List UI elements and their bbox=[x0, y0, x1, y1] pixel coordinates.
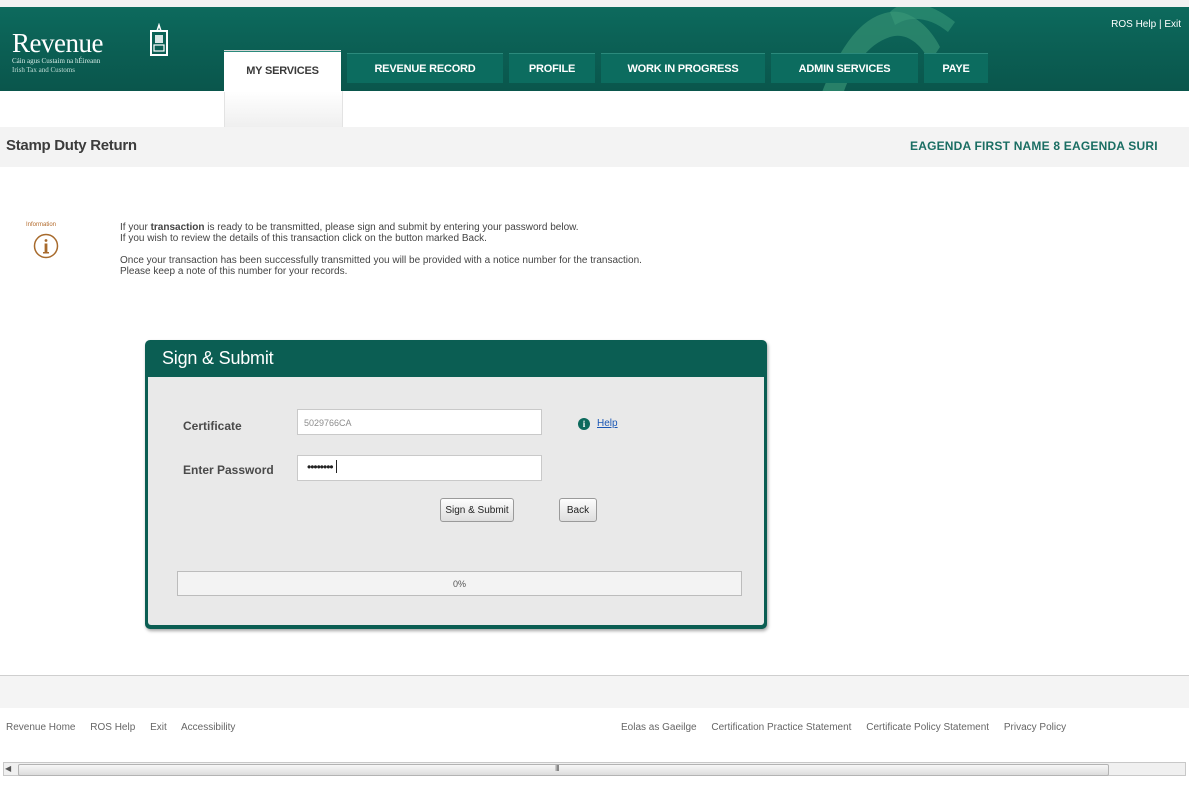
sign-submit-button[interactable]: Sign & Submit bbox=[440, 498, 514, 522]
instruction-line-1-post: is ready to be transmitted, please sign … bbox=[204, 222, 579, 233]
help-link-group: i Help bbox=[578, 413, 618, 431]
certificate-label: Certificate bbox=[183, 419, 242, 433]
tab-revenue-record[interactable]: REVENUE RECORD bbox=[347, 53, 503, 83]
page-title: Stamp Duty Return bbox=[6, 137, 137, 154]
password-label: Enter Password bbox=[183, 463, 274, 477]
password-masked-value: •••••••• bbox=[307, 460, 334, 474]
instructions-text: If your transaction is ready to be trans… bbox=[120, 222, 820, 277]
password-field[interactable]: •••••••• bbox=[297, 455, 542, 481]
instruction-line-3: Once your transaction has been successfu… bbox=[120, 255, 642, 266]
instruction-line-1-bold: transaction bbox=[150, 222, 205, 233]
logo-tagline-irish: Cáin agus Custaim na hÉireann bbox=[12, 57, 101, 65]
footer-link-certificate-policy-statement[interactable]: Certificate Policy Statement bbox=[866, 722, 989, 733]
scroll-left-arrow-icon[interactable]: ◀ bbox=[5, 764, 11, 773]
harp-logo-icon bbox=[150, 23, 168, 56]
footer-link-accessibility[interactable]: Accessibility bbox=[181, 722, 235, 733]
tab-profile[interactable]: PROFILE bbox=[509, 53, 595, 83]
tab-paye[interactable]: PAYE bbox=[924, 53, 988, 83]
back-button[interactable]: Back bbox=[559, 498, 597, 522]
active-tab-underlay bbox=[224, 91, 343, 127]
top-link-exit[interactable]: Exit bbox=[1164, 19, 1181, 30]
progress-percent: 0% bbox=[452, 579, 466, 589]
tab-my-services[interactable]: MY SERVICES bbox=[224, 50, 341, 92]
scrollbar-grip: III bbox=[555, 764, 560, 773]
sign-submit-panel: Sign & Submit Certificate 5029766CA Ente… bbox=[145, 340, 767, 629]
tab-admin-services[interactable]: ADMIN SERVICES bbox=[771, 53, 918, 83]
footer-left-links: Revenue Home ROS Help Exit Accessibility bbox=[6, 722, 247, 733]
help-info-icon: i bbox=[578, 418, 590, 430]
logged-in-user-name: EAGENDA FIRST NAME 8 EAGENDA SURI bbox=[910, 139, 1158, 153]
revenue-logo[interactable]: Revenue Cáin agus Custaim na hÉireann Ir… bbox=[12, 23, 168, 75]
footer-link-eolas-as-gaeilge[interactable]: Eolas as Gaeilge bbox=[621, 722, 697, 733]
logo-tagline-english: Irish Tax and Customs bbox=[12, 66, 75, 74]
sign-submit-heading: Sign & Submit bbox=[162, 348, 274, 368]
footer-link-revenue-home[interactable]: Revenue Home bbox=[6, 722, 75, 733]
scrollbar-thumb[interactable]: III bbox=[18, 764, 1109, 776]
top-link-separator: | bbox=[1158, 19, 1162, 30]
top-link-ros-help[interactable]: ROS Help bbox=[1111, 19, 1156, 30]
instruction-line-1-pre: If your bbox=[120, 222, 151, 233]
certificate-field: 5029766CA bbox=[297, 409, 542, 435]
footer-link-privacy-policy[interactable]: Privacy Policy bbox=[1004, 722, 1066, 733]
text-caret bbox=[335, 460, 337, 473]
sign-submit-body: Certificate 5029766CA Enter Password •••… bbox=[148, 377, 764, 625]
information-icon bbox=[33, 233, 59, 259]
tab-work-in-progress[interactable]: WORK IN PROGRESS bbox=[601, 53, 765, 83]
page-title-bar: Stamp Duty Return EAGENDA FIRST NAME 8 E… bbox=[0, 127, 1189, 167]
footer-right-links: Eolas as Gaeilge Certification Practice … bbox=[621, 722, 1078, 733]
information-icon-label: Information bbox=[26, 222, 57, 228]
window-top-strip bbox=[0, 0, 1189, 7]
top-help-links: ROS Help | Exit bbox=[1111, 19, 1181, 30]
footer-band bbox=[0, 676, 1189, 708]
footer-link-certification-practice-statement[interactable]: Certification Practice Statement bbox=[711, 722, 851, 733]
footer-link-ros-help[interactable]: ROS Help bbox=[90, 722, 135, 733]
footer-link-exit[interactable]: Exit bbox=[150, 722, 167, 733]
horizontal-scrollbar[interactable]: ◀ III bbox=[3, 762, 1186, 776]
sign-submit-header: Sign & Submit bbox=[145, 340, 767, 377]
instruction-line-4: Please keep a note of this number for yo… bbox=[120, 266, 348, 277]
help-link[interactable]: Help bbox=[597, 418, 618, 429]
instruction-line-2: If you wish to review the details of thi… bbox=[120, 233, 487, 244]
instruction-line-1: If your transaction is ready to be trans… bbox=[120, 222, 820, 233]
progress-bar: 0% bbox=[177, 571, 742, 596]
logo-brand-text: Revenue bbox=[12, 28, 103, 58]
